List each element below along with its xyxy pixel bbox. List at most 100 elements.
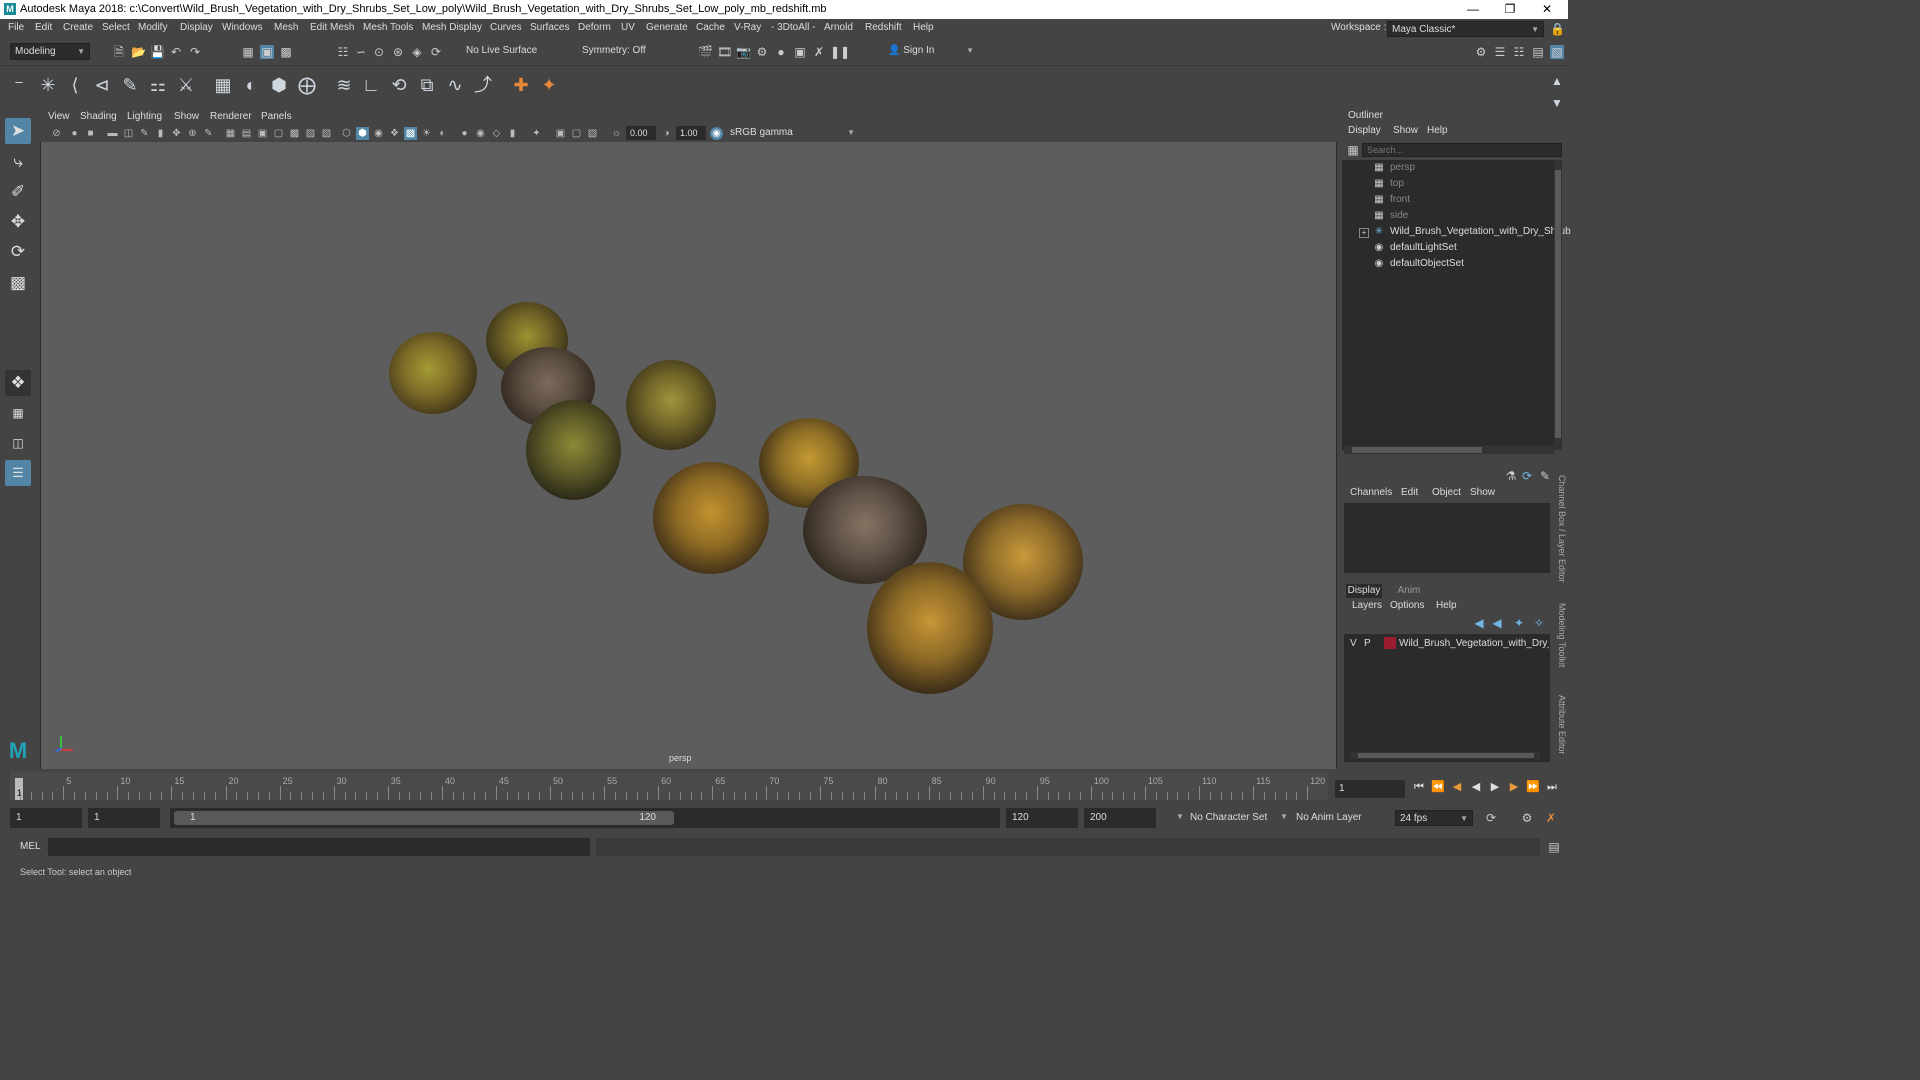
gamma-field[interactable]: 1.00 — [676, 126, 706, 140]
color-management-icon[interactable]: ◉ — [710, 127, 723, 140]
layer-color-swatch[interactable] — [1384, 637, 1396, 649]
mode-dropdown[interactable]: Modeling ▼ — [10, 43, 90, 60]
toggle-layer-editor-icon[interactable]: ▧ — [1550, 45, 1564, 59]
channel-box-key-icon[interactable]: ⚗ — [1504, 469, 1518, 483]
viewport-canvas[interactable]: persp — [41, 142, 1336, 769]
render-sequence-icon[interactable]: 🎞 — [717, 45, 732, 59]
select-component-icon[interactable]: ▩ — [279, 45, 293, 59]
scrollbar-thumb[interactable] — [1555, 170, 1561, 438]
new-scene-icon[interactable]: 🗎 — [112, 45, 126, 59]
outliner-item[interactable]: ▦ top — [1372, 176, 1404, 192]
menu-arnold[interactable]: Arnold — [824, 22, 853, 33]
shrub-model[interactable] — [626, 360, 716, 450]
menu-3dtoall[interactable]: - 3DtoAll - — [771, 22, 815, 33]
pause-icon[interactable]: ❚❚ — [830, 45, 850, 59]
shelf-locator-icon[interactable]: ✚ — [510, 74, 532, 96]
shelf-cube-icon[interactable]: ⬢ — [268, 74, 290, 96]
side-tab-channel-box[interactable]: Channel Box / Layer Editor — [1551, 475, 1567, 583]
layer-name[interactable]: Wild_Brush_Vegetation_with_Dry_Sh — [1399, 638, 1549, 649]
image-plane-icon[interactable]: ▬ — [106, 127, 119, 140]
select-object-icon[interactable]: ▣ — [260, 45, 274, 59]
shelf-curve-icon[interactable]: ⟨ — [64, 74, 86, 96]
menu-mesh-tools[interactable]: Mesh Tools — [363, 22, 413, 33]
side-tab-attribute-editor[interactable]: Attribute Editor — [1551, 695, 1567, 755]
workspace-dropdown[interactable]: Maya Classic* ▼ — [1387, 21, 1544, 37]
safe-action-icon[interactable]: ▣ — [256, 127, 269, 140]
xray-joints-icon[interactable]: ▣ — [554, 127, 567, 140]
viewport-menu-shading[interactable]: Shading — [80, 111, 117, 122]
select-tool-icon[interactable]: ➤ — [5, 118, 31, 144]
step-forward-frame-icon[interactable]: ▶ — [1507, 780, 1521, 794]
shelf-scroll-icon[interactable]: ▲ ▼ — [1546, 70, 1568, 110]
motion-blur-icon[interactable]: ◉ — [474, 127, 487, 140]
snap-curve-icon[interactable]: ∽ — [354, 45, 368, 59]
loop-icon[interactable]: ⟳ — [1484, 811, 1498, 825]
new-layer-selected-icon[interactable]: ✧ — [1532, 616, 1546, 630]
rotate-tool-icon[interactable]: ⟳ — [5, 239, 31, 265]
render-frame-icon[interactable]: 🎬 — [698, 45, 713, 59]
bookmark-icon[interactable]: ▮ — [154, 127, 167, 140]
channel-box-sync-icon[interactable]: ⟳ — [1520, 469, 1534, 483]
sign-in-button[interactable]: 👤 Sign In ▼ — [884, 43, 978, 60]
menu-cache[interactable]: Cache — [696, 22, 725, 33]
menu-select[interactable]: Select — [102, 22, 130, 33]
outliner-horizontal-scrollbar[interactable] — [1344, 446, 1554, 454]
shrub-model[interactable] — [867, 562, 993, 694]
viewport-menu-lighting[interactable]: Lighting — [127, 111, 162, 122]
toggle-tool-settings-icon[interactable]: ☷ — [1512, 45, 1526, 59]
select-hierarchy-icon[interactable]: ▦ — [241, 45, 255, 59]
anim-layer-dropdown[interactable]: No Anim Layer — [1296, 812, 1362, 823]
layer-playback-toggle[interactable]: P — [1364, 638, 1371, 649]
shrub-model[interactable] — [653, 462, 769, 574]
maximize-icon[interactable]: ❐ — [1495, 1, 1525, 18]
command-input[interactable] — [48, 838, 590, 856]
auto-key-icon[interactable]: ⚙ — [1520, 811, 1534, 825]
animation-start-field[interactable]: 1 — [10, 808, 82, 828]
outliner-filter-icon[interactable]: ▦ — [1346, 143, 1360, 157]
outliner-vertical-scrollbar[interactable] — [1554, 160, 1562, 450]
resolution-gate-icon[interactable]: ✥ — [170, 127, 183, 140]
play-forward-icon[interactable]: ▶ — [1488, 780, 1502, 794]
menu-help[interactable]: Help — [913, 22, 934, 33]
open-scene-icon[interactable]: 📂 — [131, 45, 146, 59]
time-slider[interactable]: 1 5 10 15 20 25 30 35 40 45 50 55 60 65 70 75 80 85 90 95 1… — [0, 772, 1568, 802]
backface-culling-icon[interactable]: ▧ — [586, 127, 599, 140]
default-material-icon[interactable]: ▧ — [320, 127, 333, 140]
xray-active-icon[interactable]: ▢ — [570, 127, 583, 140]
viewport-menu-view[interactable]: View — [48, 111, 70, 122]
menu-mesh[interactable]: Mesh — [274, 22, 298, 33]
gamma-icon[interactable]: ◑ — [660, 127, 673, 140]
menu-uv[interactable]: UV — [621, 22, 635, 33]
shelf-sculpt-icon[interactable]: ◐ — [240, 74, 262, 96]
paint-select-tool-icon[interactable]: ✐ — [5, 179, 31, 205]
outliner-item[interactable]: ◉ defaultLightSet — [1372, 240, 1457, 256]
menu-modify[interactable]: Modify — [138, 22, 167, 33]
lasso-tool-icon[interactable]: ⤷ — [5, 149, 31, 175]
shelf-twist-icon[interactable]: ⟲ — [388, 74, 410, 96]
snap-surface-icon[interactable]: ◈ — [410, 45, 424, 59]
shrub-model[interactable] — [389, 332, 477, 414]
shelf-squash-icon[interactable]: ⧉ — [416, 74, 438, 96]
camera-attributes-icon[interactable]: ● — [68, 127, 81, 140]
viewport-menu-renderer[interactable]: Renderer — [210, 111, 252, 122]
range-slider-handle[interactable]: 1 120 — [174, 811, 674, 825]
snap-view-icon[interactable]: ⊛ — [391, 45, 405, 59]
undo-icon[interactable]: ↶ — [169, 45, 183, 59]
menu-redshift[interactable]: Redshift — [865, 22, 902, 33]
field-chart-icon[interactable]: ▤ — [240, 127, 253, 140]
new-layer-icon[interactable]: ✦ — [1512, 616, 1526, 630]
outliner-layout-icon[interactable]: ☰ — [5, 460, 31, 486]
layer-visibility-toggle[interactable]: V — [1350, 638, 1357, 649]
channel-menu-object[interactable]: Object — [1432, 487, 1461, 498]
snap-grid-icon[interactable]: ☷ — [336, 45, 350, 59]
lock-icon[interactable]: 🔒 — [1550, 22, 1565, 36]
gate-mask-icon[interactable]: ⊕ — [186, 127, 199, 140]
save-scene-icon[interactable]: 💾 — [150, 45, 165, 59]
move-layer-up-icon[interactable]: ◀ — [1472, 616, 1486, 630]
render-settings-icon[interactable]: ⚙ — [755, 45, 769, 59]
layer-menu-layers[interactable]: Layers — [1352, 600, 1382, 611]
toggle-channel-box-icon[interactable]: ▤ — [1531, 45, 1545, 59]
menu-curves[interactable]: Curves — [490, 22, 522, 33]
go-to-start-icon[interactable]: ⏮ — [1412, 780, 1426, 794]
two-view-icon[interactable]: ◫ — [5, 430, 31, 456]
